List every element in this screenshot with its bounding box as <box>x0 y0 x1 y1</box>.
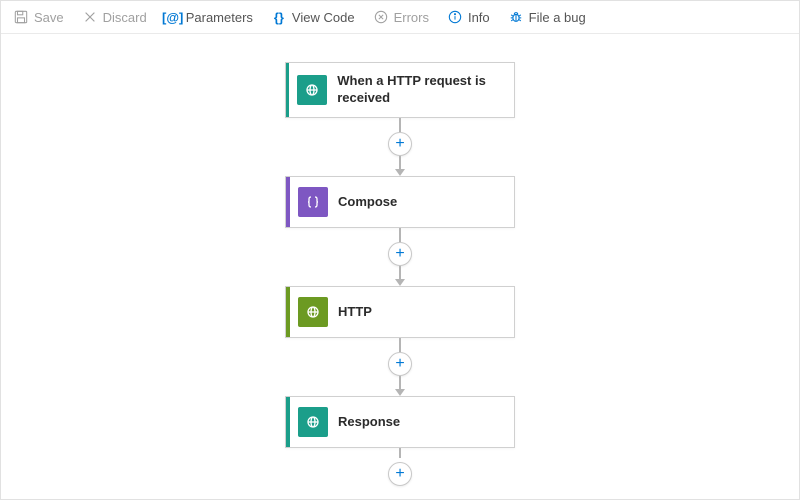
parameters-label: Parameters <box>186 10 253 25</box>
node-accent <box>286 177 290 227</box>
add-step-button[interactable]: + <box>388 132 412 156</box>
discard-label: Discard <box>103 10 147 25</box>
request-icon <box>297 75 327 105</box>
add-step-button[interactable]: + <box>388 242 412 266</box>
parameters-icon: [@] <box>165 9 181 25</box>
toolbar: Save Discard [@] Parameters {} View Code… <box>1 1 799 34</box>
view-code-button[interactable]: {} View Code <box>271 9 355 25</box>
node-title: Compose <box>338 194 407 211</box>
node-accent <box>286 287 290 337</box>
discard-button[interactable]: Discard <box>82 9 147 25</box>
node-title: When a HTTP request is received <box>337 73 514 107</box>
errors-button[interactable]: Errors <box>373 9 429 25</box>
discard-icon <box>82 9 98 25</box>
trigger-node[interactable]: When a HTTP request is received <box>285 62 515 118</box>
info-icon <box>447 9 463 25</box>
connector: + <box>388 228 412 286</box>
view-code-label: View Code <box>292 10 355 25</box>
info-button[interactable]: Info <box>447 9 490 25</box>
save-label: Save <box>34 10 64 25</box>
compose-icon <box>298 187 328 217</box>
node-accent <box>286 397 290 447</box>
compose-node[interactable]: Compose <box>285 176 515 228</box>
errors-icon <box>373 9 389 25</box>
connector: + <box>388 118 412 176</box>
response-icon <box>298 407 328 437</box>
node-title: HTTP <box>338 304 382 321</box>
connector: + <box>388 338 412 396</box>
designer-canvas: When a HTTP request is received + Compos… <box>1 34 799 494</box>
add-step-button[interactable]: + <box>388 462 412 486</box>
file-bug-label: File a bug <box>529 10 586 25</box>
info-label: Info <box>468 10 490 25</box>
code-icon: {} <box>271 9 287 25</box>
add-step-button[interactable]: + <box>388 352 412 376</box>
errors-label: Errors <box>394 10 429 25</box>
file-bug-button[interactable]: File a bug <box>508 9 586 25</box>
response-node[interactable]: Response <box>285 396 515 448</box>
save-icon <box>13 9 29 25</box>
node-accent <box>286 63 289 117</box>
http-icon <box>298 297 328 327</box>
connector-final <box>399 448 401 458</box>
bug-icon <box>508 9 524 25</box>
node-title: Response <box>338 414 410 431</box>
parameters-button[interactable]: [@] Parameters <box>165 9 253 25</box>
http-node[interactable]: HTTP <box>285 286 515 338</box>
save-button[interactable]: Save <box>13 9 64 25</box>
